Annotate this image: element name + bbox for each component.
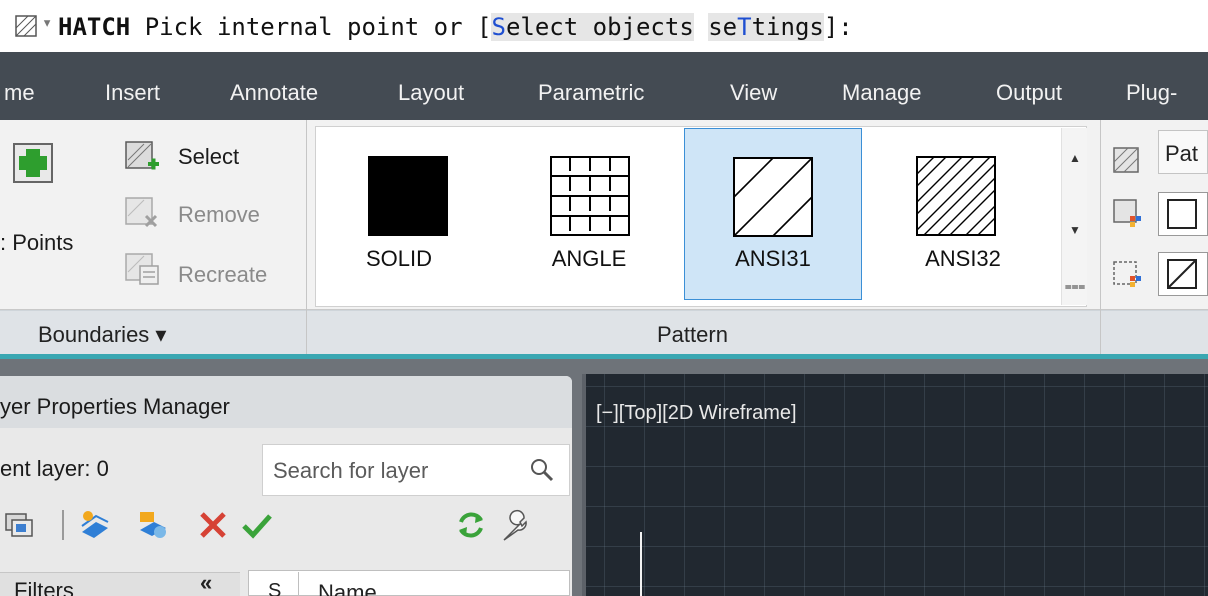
background-color-dropdown[interactable] [1158,252,1208,296]
option-settings-post: tings [751,13,824,41]
recreate-boundary-icon [125,253,159,285]
command-line[interactable]: ▾ HATCH Pick internal point or [Select o… [0,0,1208,52]
layer-manager-title: yer Properties Manager [0,394,230,419]
gallery-scroll-up-button[interactable]: ▲ [1062,132,1088,184]
command-prompt-text: Pick internal point or [ [130,13,492,41]
crosshair-cursor [640,532,642,596]
gallery-scroll-down-button[interactable]: ▼ [1062,204,1088,256]
solid-pattern-icon [368,156,448,236]
background-color-icon [1113,261,1141,287]
remove-boundary-label: Remove [178,202,260,227]
color-swatch [1167,199,1197,229]
column-name[interactable]: Name [318,580,377,596]
layer-manager-toolbar [0,498,572,552]
command-prompt: HATCH Pick internal point or [Select obj… [58,13,853,41]
layer-list-header [248,570,570,596]
delete-layer-icon[interactable] [196,508,230,542]
layer-search-box[interactable] [262,444,570,496]
ribbon-tab-bar: me Insert Annotate Layout Parametric Vie… [0,52,1208,120]
command-suffix: ]: [823,13,853,41]
pattern-swatch-angle[interactable] [500,128,678,300]
select-boundary-label: Select [178,144,240,169]
ansi32-pattern-icon [916,156,996,236]
pattern-swatch-ansi32[interactable] [868,128,1058,300]
pattern-label-ansi32: ANSI32 [925,246,1001,271]
option-settings-hotkey: T [737,13,752,41]
pick-points-label: : Points [0,230,74,255]
recreate-boundary-label: Recreate [178,262,268,287]
command-history-dropdown[interactable]: ▾ [42,13,52,33]
select-boundary-icon [125,141,159,170]
collapse-filters-button[interactable]: « [200,570,212,596]
remove-boundary-icon [125,197,158,228]
pattern-gallery-scrollbar[interactable]: ▲ ▼ ⩶ [1061,128,1087,305]
option-select-objects-hotkey: S [491,13,506,41]
option-settings[interactable]: seTtings [708,13,824,41]
gallery-expand-button[interactable]: ⩶ [1062,260,1088,312]
hatch-type-dropdown[interactable]: Pat [1158,130,1208,174]
column-divider[interactable] [298,572,299,596]
column-status[interactable]: S [268,580,281,596]
pattern-panel-title: Pattern [657,322,728,347]
tab-plugins[interactable]: Plug- [1126,80,1177,106]
ansi31-pattern-icon [733,157,813,237]
tab-insert[interactable]: Insert [105,80,160,106]
layer-search-input[interactable] [273,457,513,485]
tab-home[interactable]: me [4,80,35,106]
refresh-icon[interactable] [454,508,488,542]
tab-view[interactable]: View [730,80,777,106]
pattern-label-angle: ANGLE [551,246,627,271]
filters-label: Filters [14,578,74,596]
hatch-color-icon [1113,199,1141,227]
tab-parametric[interactable]: Parametric [538,80,644,106]
hatch-command-icon [15,15,37,37]
set-current-icon[interactable] [240,508,274,542]
no-background-icon [1167,259,1197,289]
pick-points-icon [13,143,53,183]
layer-states-icon[interactable] [4,508,38,542]
current-layer-label: ent layer: 0 [0,456,109,481]
properties-panel-title-bar [1101,310,1208,356]
tab-manage[interactable]: Manage [842,80,922,106]
pattern-swatch-solid[interactable] [320,128,478,300]
command-name: HATCH [58,13,131,41]
pattern-label-ansi31: ANSI31 [735,246,811,271]
new-layer-vp-frozen-icon[interactable] [136,508,170,542]
new-layer-icon[interactable] [78,508,112,542]
hatch-color-dropdown[interactable] [1158,192,1208,236]
settings-wrench-icon[interactable] [498,508,532,542]
option-select-objects-text: elect objects [505,13,694,41]
pattern-label-solid: SOLID [365,246,433,271]
angle-pattern-icon [550,156,630,236]
tab-output[interactable]: Output [996,80,1062,106]
hatch-type-icon [1113,147,1139,173]
option-settings-pre: se [708,13,738,41]
viewport-controls-label[interactable]: [−][Top][2D Wireframe] [596,402,797,425]
hatch-type-value: Pat [1165,141,1199,166]
search-icon[interactable] [529,457,555,483]
toolbar-divider [62,510,64,540]
tab-layout[interactable]: Layout [398,80,464,106]
pattern-swatch-ansi31[interactable] [684,128,862,300]
option-select-objects[interactable]: Select objects [491,13,694,41]
tab-annotate[interactable]: Annotate [230,80,318,106]
boundaries-panel-title[interactable]: Boundaries ▾ [38,322,166,348]
